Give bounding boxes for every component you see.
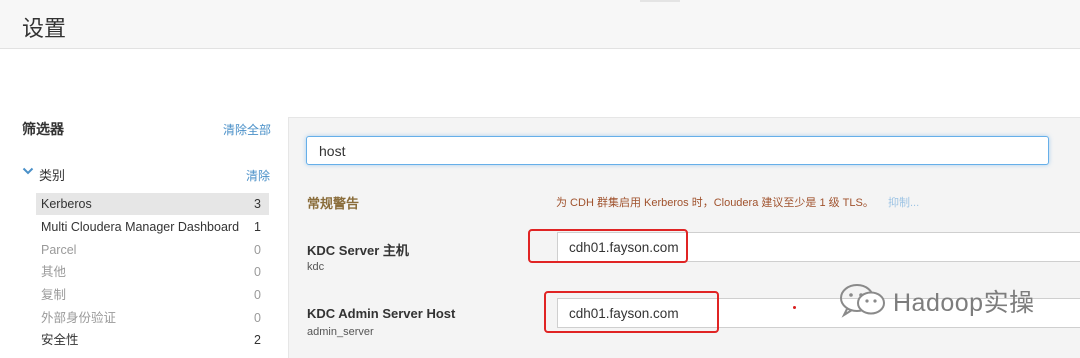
category-item-label: Parcel: [41, 243, 77, 257]
kdc-admin-server-label: KDC Admin Server Host: [307, 306, 456, 321]
wechat-icon: [840, 284, 885, 318]
warning-message: 为 CDH 群集启用 Kerberos 时，Cloudera 建议至少是 1 级…: [556, 197, 874, 209]
highlight-box: [544, 291, 719, 333]
filters-title: 筛选器: [22, 121, 64, 137]
category-item-count: 0: [254, 311, 261, 325]
category-item-label: 其他: [41, 265, 67, 279]
category-item-count: 2: [254, 333, 261, 347]
category-clear-link[interactable]: 清除: [246, 167, 270, 184]
category-item-label: Multi Cloudera Manager Dashboard: [41, 220, 240, 234]
category-item-label: 外部身份验证: [41, 311, 117, 325]
highlight-box: [528, 229, 688, 263]
category-item-external-auth[interactable]: 外部身份验证 0: [36, 307, 269, 329]
kdc-server-key: kdc: [307, 261, 325, 273]
category-item-count: 0: [254, 288, 261, 302]
warning-title: 常规警告: [307, 196, 360, 211]
category-item-label: 安全性: [41, 333, 79, 347]
kdc-server-label: KDC Server 主机: [307, 243, 409, 258]
page-title: 设置: [22, 16, 67, 41]
category-item-count: 0: [254, 265, 261, 279]
header-divider: [640, 0, 680, 2]
category-item-parcel[interactable]: Parcel 0: [36, 239, 269, 261]
header-bar: 设置: [0, 0, 1080, 49]
category-item-count: 0: [254, 243, 261, 257]
category-item-replication[interactable]: 复制 0: [36, 284, 269, 306]
search-input[interactable]: [306, 136, 1049, 165]
chevron-down-icon[interactable]: [22, 165, 34, 177]
category-item-count: 1: [254, 220, 261, 234]
category-label[interactable]: 类别: [39, 165, 65, 184]
clear-all-link[interactable]: 清除全部: [223, 121, 271, 138]
category-item-dashboard[interactable]: Multi Cloudera Manager Dashboard 1: [36, 216, 269, 238]
kdc-admin-server-key: admin_server: [307, 326, 374, 338]
suppress-link[interactable]: 抑制...: [888, 194, 919, 210]
category-item-label: Kerberos: [41, 197, 92, 211]
category-item-label: 复制: [41, 288, 67, 302]
annotation-dot: [793, 306, 796, 309]
category-item-kerberos[interactable]: Kerberos 3: [36, 193, 269, 215]
watermark-text: Hadoop实操: [893, 289, 1035, 317]
category-item-other[interactable]: 其他 0: [36, 261, 269, 283]
category-item-count: 3: [254, 197, 261, 211]
category-item-security[interactable]: 安全性 2: [36, 329, 269, 351]
